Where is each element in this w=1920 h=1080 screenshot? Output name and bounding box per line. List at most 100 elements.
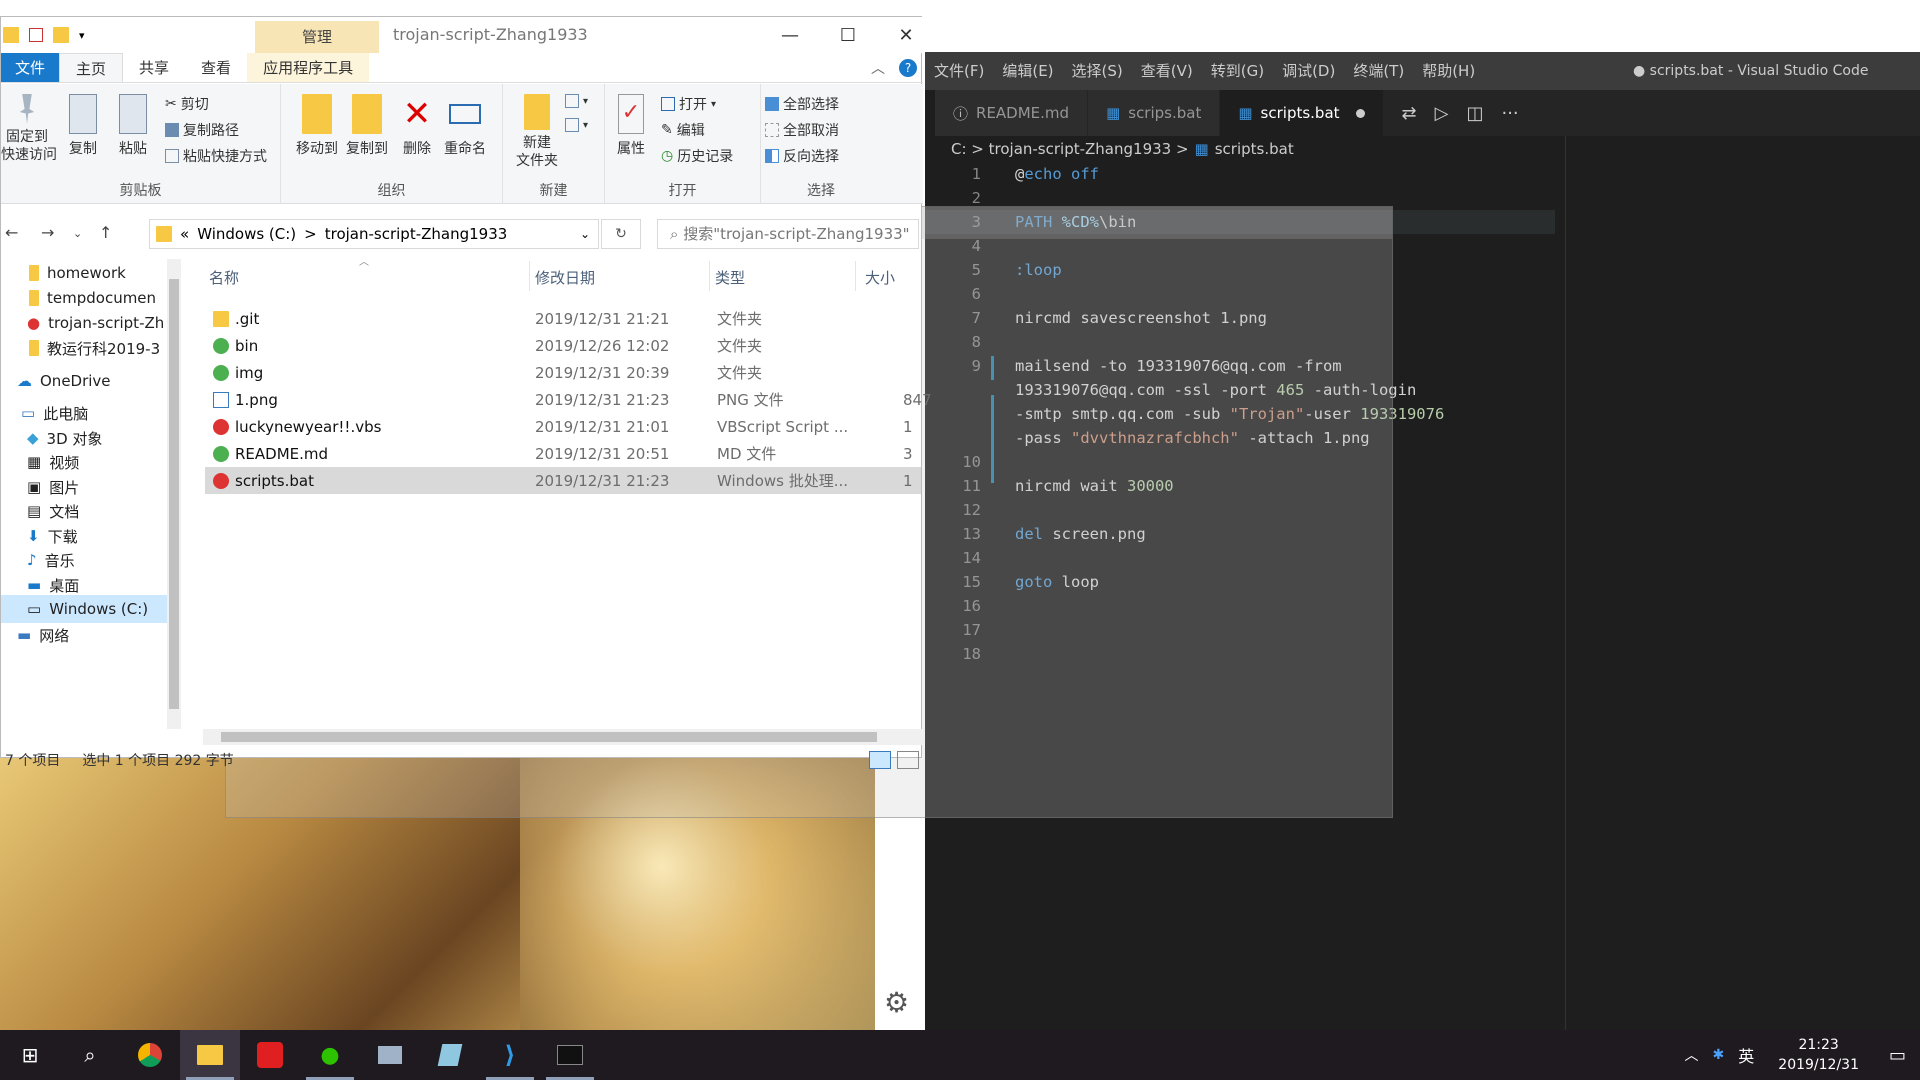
menu-edit[interactable]: 编辑(E) <box>993 52 1062 90</box>
tab-readme[interactable]: ⓘ README.md <box>935 90 1089 136</box>
nav-videos[interactable]: ▦ 视频 <box>1 448 167 476</box>
split-editor-icon[interactable]: ◫ <box>1466 103 1483 124</box>
column-divider[interactable] <box>709 261 710 291</box>
ime-indicator[interactable]: 英 <box>1730 1043 1762 1067</box>
menu-go[interactable]: 转到(G) <box>1202 52 1273 90</box>
column-date[interactable]: 修改日期 <box>535 267 595 288</box>
column-divider[interactable] <box>855 261 856 291</box>
compare-changes-icon[interactable]: ⇄ <box>1402 103 1417 124</box>
nav-homework[interactable]: homework <box>1 259 167 287</box>
tab-scrips-bat[interactable]: ▦ scrips.bat <box>1088 90 1221 136</box>
taskbar-explorer[interactable] <box>180 1030 240 1080</box>
select-none-button[interactable]: 全部取消 <box>765 120 839 140</box>
taskbar-notes[interactable] <box>420 1030 480 1080</box>
nav-windows-c[interactable]: ▭ Windows (C:) <box>1 595 167 623</box>
select-all-button[interactable]: 全部选择 <box>765 94 839 114</box>
notification-icon[interactable]: ▭ <box>1875 1045 1920 1066</box>
tab-view[interactable]: 查看 <box>185 53 247 82</box>
address-dropdown-icon[interactable]: ⌄ <box>580 227 590 241</box>
paste-button[interactable]: 粘贴 <box>113 94 153 158</box>
horizontal-scrollbar[interactable] <box>203 729 923 745</box>
new-folder-icon[interactable] <box>53 27 69 43</box>
back-arrow-icon[interactable]: ← <box>5 223 18 242</box>
horizontal-scroll-thumb[interactable] <box>221 732 877 742</box>
search-input[interactable]: ⌕ 搜索"trojan-script-Zhang1933" <box>657 219 919 249</box>
edit-button[interactable]: ✎ 编辑 <box>661 120 705 140</box>
taskbar-wechat[interactable]: ● <box>300 1030 360 1080</box>
column-type[interactable]: 类型 <box>715 267 745 288</box>
nav-scroll-thumb[interactable] <box>169 279 179 709</box>
up-arrow-icon[interactable]: ↑ <box>99 223 112 242</box>
unsaved-dot-icon[interactable] <box>1355 108 1365 118</box>
refresh-icon[interactable]: ↻ <box>601 219 641 249</box>
nav-documents[interactable]: ▤ 文档 <box>1 497 167 525</box>
menu-terminal[interactable]: 终端(T) <box>1344 52 1413 90</box>
address-crumb-drive[interactable]: Windows (C:) <box>197 225 296 243</box>
menu-help[interactable]: 帮助(H) <box>1413 52 1484 90</box>
easy-access-button[interactable]: ▾ <box>565 118 588 132</box>
search-button[interactable]: ⌕ <box>60 1030 120 1080</box>
recent-dropdown-icon[interactable]: ⌄ <box>73 227 82 240</box>
file-row[interactable]: .git 2019/12/31 21:21 文件夹 <box>205 305 921 332</box>
tab-home[interactable]: 主页 <box>59 53 124 82</box>
collapse-ribbon-icon[interactable]: ︿ <box>871 58 885 78</box>
tab-app-tools[interactable]: 应用程序工具 <box>247 53 370 82</box>
tab-scripts-bat[interactable]: ▦ scripts.bat <box>1220 90 1384 136</box>
tab-file[interactable]: 文件 <box>1 53 60 82</box>
properties-button[interactable]: ✓ 属性 <box>609 94 653 158</box>
nav-trojan-script[interactable]: ● trojan-script-Zh <box>1 309 167 337</box>
gear-icon[interactable]: ⚙ <box>884 986 909 1019</box>
paste-shortcut-button[interactable]: 粘贴快捷方式 <box>165 146 267 166</box>
forward-arrow-icon[interactable]: → <box>41 223 54 242</box>
address-bar[interactable]: « Windows (C:) > trojan-script-Zhang1933… <box>149 219 599 249</box>
column-name[interactable]: 名称 <box>209 267 239 288</box>
column-divider[interactable] <box>529 261 530 291</box>
cut-button[interactable]: ✂ 剪切 <box>165 94 209 114</box>
taskbar-cmd[interactable] <box>540 1030 600 1080</box>
nav-scrollbar[interactable] <box>167 259 181 729</box>
manage-context-tab[interactable]: 管理 <box>255 21 379 53</box>
nav-onedrive[interactable]: ☁ OneDrive <box>1 367 167 395</box>
copy-path-button[interactable]: 复制路径 <box>165 120 239 140</box>
clock[interactable]: 21:23 2019/12/31 <box>1762 1035 1875 1075</box>
tray-overflow-icon[interactable]: ︿ <box>1677 1045 1707 1065</box>
breadcrumb-file[interactable]: scripts.bat <box>1215 136 1294 162</box>
file-row-selected[interactable]: scripts.bat 2019/12/31 21:23 Windows 批处理..… <box>205 467 921 494</box>
taskbar-chrome[interactable] <box>120 1030 180 1080</box>
column-size[interactable]: 大小 <box>865 267 895 288</box>
menu-file[interactable]: 文件(F) <box>925 52 993 90</box>
address-overflow[interactable]: « <box>180 225 189 243</box>
properties-check-icon[interactable] <box>29 28 43 42</box>
delete-button[interactable]: ✕ 删除 <box>399 94 435 158</box>
address-separator[interactable]: > <box>304 225 317 243</box>
nav-folder-2019[interactable]: 教运行科2019-3 <box>1 334 167 362</box>
file-row[interactable]: luckynewyear!!.vbs 2019/12/31 21:01 VBScri… <box>205 413 921 440</box>
taskbar-vscode[interactable]: ⟩ <box>480 1030 540 1080</box>
nav-tempdocument[interactable]: tempdocumen <box>1 284 167 312</box>
file-row[interactable]: img 2019/12/31 20:39 文件夹 <box>205 359 921 386</box>
qat-dropdown-icon[interactable]: ▾ <box>79 29 85 42</box>
copy-button[interactable]: 复制 <box>63 94 103 158</box>
rename-button[interactable]: 重命名 <box>441 94 489 158</box>
tab-share[interactable]: 共享 <box>123 53 185 82</box>
open-button[interactable]: 打开 ▾ <box>661 94 716 114</box>
new-item-button[interactable]: ▾ <box>565 94 588 108</box>
taskbar-app[interactable] <box>360 1030 420 1080</box>
file-row[interactable]: 1.png 2019/12/31 21:23 PNG 文件 847 <box>205 386 932 413</box>
new-folder-button[interactable]: 新建 文件夹 <box>513 94 561 170</box>
start-button[interactable]: ⊞ <box>0 1030 60 1080</box>
pin-quick-access-button[interactable]: 固定到 快速访问 <box>1 94 57 164</box>
menu-view[interactable]: 查看(V) <box>1132 52 1202 90</box>
maximize-icon[interactable]: ☐ <box>819 25 877 46</box>
minimize-icon[interactable]: — <box>761 25 819 46</box>
file-row[interactable]: README.md 2019/12/31 20:51 MD 文件 3 <box>205 440 921 467</box>
breadcrumb-path[interactable]: C: > trojan-script-Zhang1933 > <box>951 136 1189 162</box>
copy-to-button[interactable]: 复制到 <box>343 94 391 158</box>
run-icon[interactable]: ▷ <box>1435 103 1449 124</box>
nav-network[interactable]: ▬ 网络 <box>1 625 167 645</box>
invert-selection-button[interactable]: 反向选择 <box>765 146 839 166</box>
address-crumb-folder[interactable]: trojan-script-Zhang1933 <box>325 225 508 243</box>
close-icon[interactable]: ✕ <box>877 25 935 46</box>
bluetooth-icon[interactable]: ✱ <box>1707 1047 1731 1063</box>
more-actions-icon[interactable]: ··· <box>1501 103 1518 124</box>
